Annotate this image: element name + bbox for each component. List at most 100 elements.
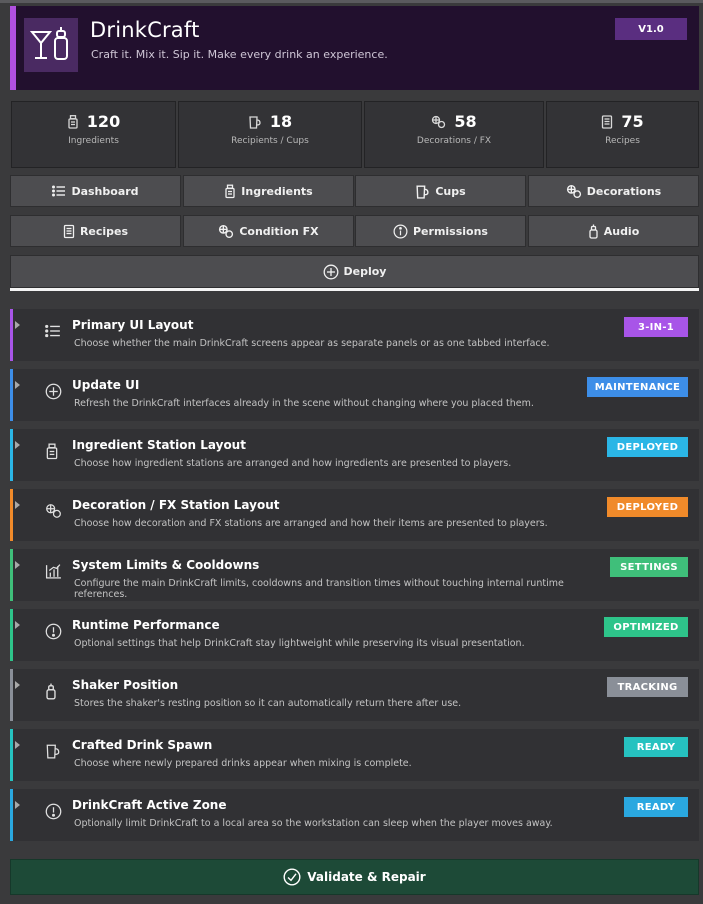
nav-label: Audio [603,224,640,238]
recipe-icon [601,114,613,129]
top-divider [0,0,703,3]
nav-permissions[interactable]: Permissions [355,215,526,247]
row-ingredient-station-layout[interactable]: Ingredient Station Layout Choose how ing… [10,429,699,481]
cup-icon [45,743,61,763]
cocktail-shaker-icon [30,27,68,60]
status-badge: READY [624,737,688,757]
nav-label: Dashboard [71,184,139,198]
chevron-right-icon[interactable] [15,741,20,749]
plus-circle-icon [45,383,62,404]
stat-ingredients: 120 Ingredients [11,101,176,168]
row-title: Ingredient Station Layout [72,438,246,452]
alert-icon [45,803,62,824]
row-runtime-performance[interactable]: Runtime Performance Optional settings th… [10,609,699,661]
row-description: Choose how ingredient stations are arran… [74,458,512,469]
row-title: Primary UI Layout [72,318,194,332]
chevron-right-icon[interactable] [15,561,20,569]
row-description: Choose how decoration and FX stations ar… [74,518,548,529]
nav-dashboard[interactable]: Dashboard [10,175,181,207]
stat-decorations: 58 Decorations / FX [364,101,544,168]
stat-value: 58 [454,112,477,131]
stat-label: Recipients / Cups [231,136,309,146]
row-title: Crafted Drink Spawn [72,738,213,752]
decoration-icon [218,224,234,239]
status-badge: DEPLOYED [607,497,688,517]
app-header: DrinkCraft Craft it. Mix it. Sip it. Mak… [10,6,699,90]
row-title: Shaker Position [72,678,179,692]
nav-condition-fx[interactable]: Condition FX [183,215,354,247]
chevron-right-icon[interactable] [15,321,20,329]
nav-audio[interactable]: Audio [528,215,699,247]
nav-recipes[interactable]: Recipes [10,215,181,247]
row-title: Runtime Performance [72,618,220,632]
info-icon [393,224,408,239]
shaker-icon [45,683,57,704]
row-description: Configure the main DrinkCraft limits, co… [74,578,564,600]
bottle-icon [67,114,79,129]
decoration-icon [45,503,62,523]
list-icon [45,323,61,342]
nav-label: Permissions [413,224,488,238]
chevron-right-icon[interactable] [15,621,20,629]
status-badge: TRACKING [607,677,688,697]
row-title: System Limits & Cooldowns [72,558,260,572]
decoration-icon [431,115,446,129]
app-logo [24,18,78,72]
chart-icon [45,563,62,583]
chevron-right-icon[interactable] [15,681,20,689]
row-decoration-fx-station-layout[interactable]: Decoration / FX Station Layout Choose ho… [10,489,699,541]
nav-ingredients[interactable]: Ingredients [183,175,354,207]
nav-label: Recipes [79,224,129,238]
list-icon [52,185,66,197]
recipe-icon [63,224,75,239]
stat-value: 18 [269,112,293,131]
cup-icon [415,184,430,199]
chevron-right-icon[interactable] [15,501,20,509]
stat-recipes: 75 Recipes [546,101,699,168]
row-description: Refresh the DrinkCraft interfaces alread… [74,398,534,409]
deploy-button[interactable]: Deploy [10,255,699,288]
row-description: Stores the shaker's resting position so … [74,698,462,709]
deploy-label: Deploy [343,265,387,278]
row-description: Optional settings that help DrinkCraft s… [74,638,525,649]
check-circle-icon [283,868,301,886]
row-description: Optionally limit DrinkCraft to a local a… [74,818,553,829]
row-drinkcraft-active-zone[interactable]: DrinkCraft Active Zone Optionally limit … [10,789,699,841]
chevron-right-icon[interactable] [15,381,20,389]
deploy-underline [10,288,699,291]
nav-label: Condition FX [239,224,319,238]
status-badge: DEPLOYED [607,437,688,457]
row-system-limits-cooldowns[interactable]: System Limits & Cooldowns Configure the … [10,549,699,601]
status-badge: MAINTENANCE [587,377,688,397]
app-title: DrinkCraft [90,18,200,42]
status-badge: 3-IN-1 [624,317,688,337]
row-crafted-drink-spawn[interactable]: Crafted Drink Spawn Choose where newly p… [10,729,699,781]
row-title: DrinkCraft Active Zone [72,798,227,812]
stat-cups: 18 Recipients / Cups [178,101,362,168]
nav-decorations[interactable]: Decorations [528,175,699,207]
version-badge: V1.0 [615,18,687,40]
plus-circle-icon [323,264,339,280]
status-badge: READY [624,797,688,817]
row-description: Choose whether the main DrinkCraft scree… [74,338,550,349]
status-badge: SETTINGS [610,557,688,577]
row-primary-ui-layout[interactable]: Primary UI Layout Choose whether the mai… [10,309,699,361]
stat-label: Decorations / FX [416,136,492,146]
stat-label: Ingredients [68,136,119,146]
nav-label: Cups [435,184,466,198]
decoration-icon [566,184,582,199]
validate-repair-button[interactable]: Validate & Repair [10,859,699,895]
bottle-icon [224,184,236,199]
status-badge: OPTIMIZED [604,617,688,637]
nav-cups[interactable]: Cups [355,175,526,207]
shaker-icon [588,224,599,239]
alert-icon [45,623,62,644]
chevron-right-icon[interactable] [15,441,20,449]
nav-label: Decorations [586,184,662,198]
chevron-right-icon[interactable] [15,801,20,809]
row-update-ui[interactable]: Update UI Refresh the DrinkCraft interfa… [10,369,699,421]
validate-label: Validate & Repair [307,870,426,884]
row-shaker-position[interactable]: Shaker Position Stores the shaker's rest… [10,669,699,721]
row-title: Update UI [72,378,140,392]
app-subtitle: Craft it. Mix it. Sip it. Make every dri… [91,48,388,61]
